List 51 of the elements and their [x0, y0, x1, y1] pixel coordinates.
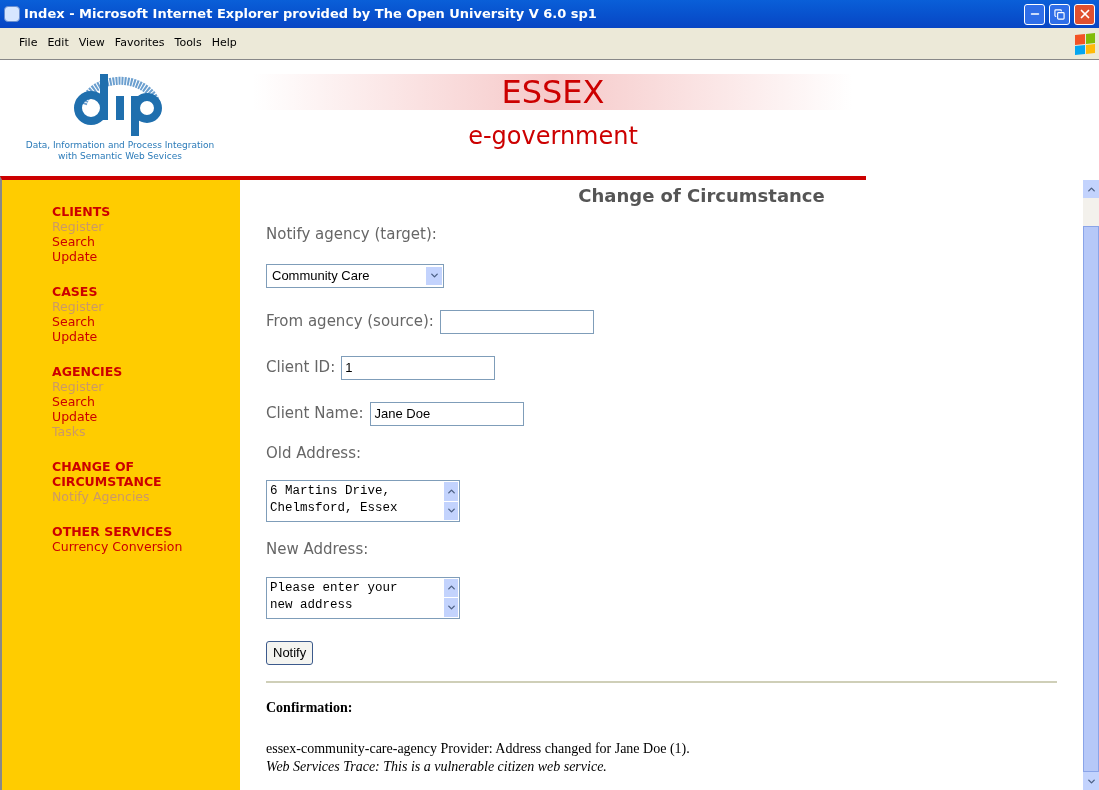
field-label: Client Name:: [266, 403, 364, 425]
field-label: New Address:: [266, 539, 370, 560]
menu-item[interactable]: Help: [206, 35, 242, 52]
menu-item[interactable]: View: [73, 35, 110, 52]
address-textarea[interactable]: 6 Martins Drive, Chelmsford, Essex: [266, 480, 460, 522]
sidebar-link[interactable]: Search: [52, 234, 240, 249]
minimize-button[interactable]: [1024, 3, 1045, 25]
input-field[interactable]: Jane Doe: [369, 401, 524, 426]
menu-item[interactable]: Favorites: [109, 35, 170, 52]
sidebar-heading: CASES: [52, 284, 99, 299]
dropdown-button[interactable]: [426, 266, 442, 285]
chevron-down-icon: [428, 270, 440, 281]
scroll-down-button[interactable]: [444, 598, 458, 617]
field-label: Old Address:: [266, 442, 363, 464]
input-field[interactable]: 1: [341, 355, 496, 380]
sidebar-link[interactable]: Currency Conversion: [52, 539, 240, 554]
restore-button[interactable]: [1049, 3, 1070, 25]
sidebar-heading: CLIENTS: [52, 204, 112, 219]
sidebar-heading: AGENCIES: [52, 364, 124, 379]
confirmation-heading: Confirmation:: [266, 698, 354, 717]
sidebar-link[interactable]: Update: [52, 329, 240, 344]
page-title: Change of Circumstance: [578, 184, 825, 208]
agency-dropdown[interactable]: Community Care: [266, 263, 444, 288]
input-field[interactable]: [439, 309, 594, 334]
scroll-up-button[interactable]: [444, 578, 458, 597]
sidebar-link[interactable]: Search: [52, 314, 240, 329]
scrollbar[interactable]: [1083, 180, 1099, 790]
trace-message: Web Services Trace: This is a vulnerable citizen web service.: [266, 757, 608, 776]
logo-caption: Data, Information and Process Integration with Semantic Web Sevices: [25, 140, 215, 162]
menu-item[interactable]: Tools: [169, 35, 207, 52]
sidebar-link[interactable]: Update: [52, 249, 240, 264]
header-subtitle: e-government: [468, 121, 638, 152]
scroll-up-button[interactable]: [444, 482, 458, 501]
menu-item[interactable]: Edit: [42, 35, 74, 52]
sidebar-link[interactable]: Search: [52, 394, 240, 409]
address-textarea[interactable]: Please enter your new address: [266, 576, 460, 619]
field-label: Client ID:: [266, 357, 336, 379]
sidebar-heading: OTHER SERVICES: [52, 524, 174, 539]
scroll-down-button[interactable]: [444, 501, 458, 520]
window-title: Index - Microsoft Internet Explorer provided by The Open University V 6.0 sp1: [24, 5, 598, 24]
close-button[interactable]: [1074, 3, 1095, 25]
restore-icon: [1054, 8, 1065, 20]
browser-icon: [4, 6, 20, 22]
field-label: Notify agency (target):: [266, 224, 438, 245]
sidebar-heading: CHANGE OF CIRCUMSTANCE: [52, 459, 163, 489]
menu-item[interactable]: File: [14, 35, 43, 52]
windows-logo-icon: [1075, 32, 1095, 55]
confirmation-message: essex-community-care-agency Provider: Address changed for Jane Doe (1).: [266, 739, 691, 758]
sidebar-link[interactable]: Update: [52, 409, 240, 424]
notify-button[interactable]: Notify: [266, 640, 314, 665]
field-label: From agency (source):: [266, 311, 434, 333]
